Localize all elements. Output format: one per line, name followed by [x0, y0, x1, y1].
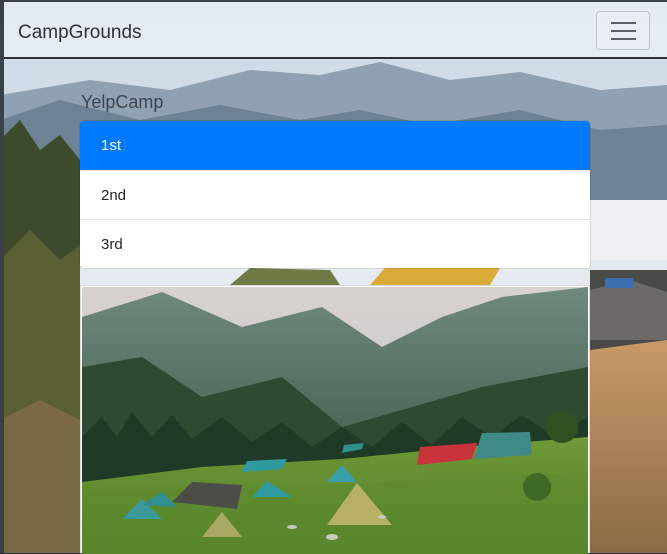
sidebar-item-1st[interactable]: 1st: [80, 121, 590, 170]
campground-photo: [82, 287, 588, 554]
sidebar-title: YelpCamp: [81, 92, 164, 112]
navbar: CampGrounds: [4, 2, 667, 59]
sidebar-list: 1st 2nd 3rd: [80, 121, 590, 268]
sidebar-item-2nd[interactable]: 2nd: [80, 170, 590, 219]
window-left-edge: [0, 0, 4, 553]
campground-image-card: [80, 285, 590, 554]
sidebar-item-3rd[interactable]: 3rd: [80, 219, 590, 268]
navbar-brand[interactable]: CampGrounds: [18, 22, 142, 44]
hamburger-menu-icon: [611, 22, 636, 40]
navbar-toggler-button[interactable]: [596, 11, 650, 50]
